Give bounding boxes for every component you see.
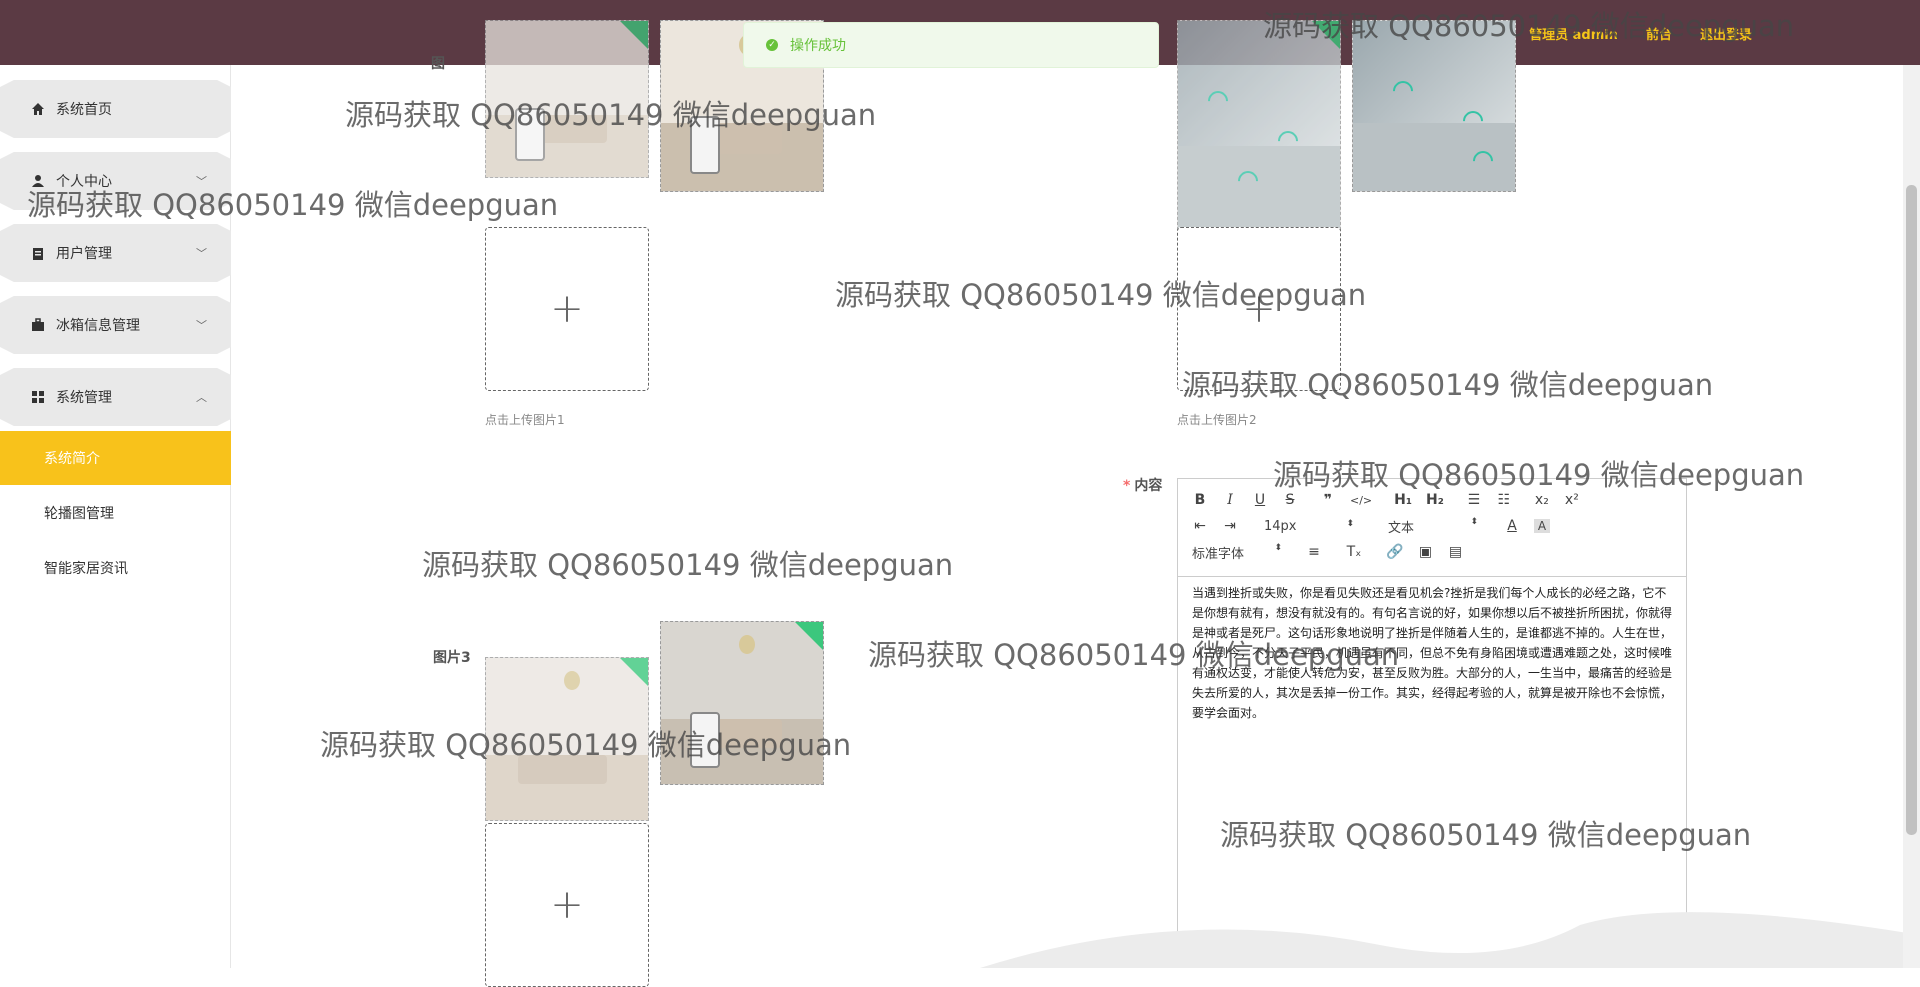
main-content: 图 + 点击上传图片1 + 点击上传图片2 * 内容 图片3 + B I U S… [231, 20, 1920, 987]
sidebar-item-label: 用户管理 [56, 246, 112, 262]
sidebar-item-label: 系统管理 [56, 390, 112, 406]
submenu-item-carousel[interactable]: 轮播图管理 [0, 486, 231, 540]
home-icon [30, 101, 46, 117]
underline-button[interactable]: U [1252, 492, 1268, 508]
font-size-select[interactable]: 14px ⬍ [1264, 519, 1354, 534]
content-label: * 内容 [1123, 475, 1162, 495]
upload-image2-button[interactable]: + [1177, 227, 1341, 391]
editor-toolbar: B I U S ❞ </> H₁ H₂ ☰ ☷ x₂ x² ⇤ ⇥ 14px ⬍ … [1178, 479, 1686, 577]
sidebar: 系统首页 个人中心 ﹀ 用户管理 ﹀ 冰箱信息管理 ﹀ 系统管理 ︿ 系统简介 … [0, 65, 231, 968]
clipboard-icon [30, 245, 46, 261]
image1-label: 图 [431, 56, 445, 72]
clear-format-button[interactable]: Tₓ [1346, 544, 1362, 560]
vertical-scrollbar[interactable] [1903, 65, 1920, 968]
heading2-button[interactable]: H₂ [1426, 492, 1444, 508]
font-family-select[interactable]: 标准字体 ⬍ [1192, 543, 1282, 562]
success-toast: ✓ 操作成功 [743, 22, 1159, 68]
background-color-button[interactable]: A [1534, 519, 1550, 533]
plus-icon: + [550, 286, 584, 332]
code-block-button[interactable]: </> [1350, 494, 1372, 507]
content-label-text: 内容 [1134, 478, 1163, 494]
check-circle-icon: ✓ [766, 39, 778, 51]
grid-icon [30, 389, 46, 405]
align-button[interactable]: ≡ [1306, 544, 1322, 560]
subscript-button[interactable]: x₂ [1534, 492, 1550, 508]
font-size-value: 14px [1264, 518, 1297, 534]
sidebar-item-label: 系统首页 [56, 102, 112, 118]
person-icon [30, 173, 46, 189]
briefcase-icon [30, 317, 46, 333]
toast-message: 操作成功 [790, 38, 846, 54]
plus-icon: + [550, 882, 584, 928]
bold-button[interactable]: B [1192, 492, 1208, 508]
submenu-item-label: 轮播图管理 [44, 506, 114, 522]
ordered-list-button[interactable]: ☰ [1466, 492, 1482, 508]
superscript-button[interactable]: x² [1564, 492, 1580, 508]
header-links: 管理员 admin 前台 退出登录 [1529, 24, 1752, 43]
upload-image1-button[interactable]: + [485, 227, 649, 391]
plus-icon: + [1242, 286, 1276, 332]
select-arrow-icon: ⬍ [1346, 518, 1354, 529]
chevron-down-icon: ﹀ [196, 319, 207, 332]
font-color-button[interactable]: A [1504, 518, 1520, 534]
submenu-item-label: 系统简介 [44, 451, 100, 467]
blockquote-button[interactable]: ❞ [1320, 492, 1336, 508]
sidebar-item-fridge-management[interactable]: 冰箱信息管理 ﹀ [0, 296, 231, 354]
admin-user-label: 管理员 admin [1529, 28, 1618, 43]
video-icon[interactable]: ▤ [1447, 544, 1463, 560]
submenu-item-label: 智能家居资讯 [44, 561, 128, 577]
uploaded-image-thumbnail[interactable] [485, 20, 649, 178]
uploaded-image-thumbnail[interactable] [1352, 20, 1516, 192]
bullet-list-button[interactable]: ☷ [1496, 492, 1512, 508]
sidebar-item-label: 冰箱信息管理 [56, 318, 140, 334]
chevron-down-icon: ﹀ [196, 175, 207, 188]
text-type-select[interactable]: 文本 ⬍ [1388, 517, 1478, 536]
font-family-value: 标准字体 [1192, 546, 1245, 562]
submenu-item-system-intro[interactable]: 系统简介 [0, 431, 231, 485]
outdent-button[interactable]: ⇤ [1192, 518, 1208, 534]
image3-label: 图片3 [433, 650, 471, 666]
chevron-down-icon: ﹀ [196, 247, 207, 260]
submenu-item-smart-home-news[interactable]: 智能家居资讯 [0, 541, 231, 595]
sidebar-item-label: 个人中心 [56, 174, 112, 190]
upload-hint-2: 点击上传图片2 [1177, 413, 1257, 427]
rich-text-editor[interactable]: B I U S ❞ </> H₁ H₂ ☰ ☷ x₂ x² ⇤ ⇥ 14px ⬍ … [1177, 478, 1687, 967]
uploaded-image-thumbnail[interactable] [1177, 20, 1341, 230]
scrollbar-thumb[interactable] [1906, 185, 1917, 835]
strike-button[interactable]: S [1282, 492, 1298, 508]
link-icon[interactable]: 🔗 [1386, 544, 1403, 560]
editor-content[interactable]: 当遇到挫折或失败，你是看见失败还是看见机会?挫折是我们每个人成长的必经之路，它不… [1192, 583, 1674, 723]
indent-button[interactable]: ⇥ [1222, 518, 1238, 534]
sidebar-item-personal-center[interactable]: 个人中心 ﹀ [0, 152, 231, 210]
upload-hint-1: 点击上传图片1 [485, 413, 565, 427]
sidebar-item-system-management[interactable]: 系统管理 ︿ [0, 368, 231, 426]
uploaded-image-thumbnail[interactable] [660, 621, 824, 785]
chevron-up-icon: ︿ [196, 391, 207, 404]
image-icon[interactable]: ▣ [1417, 544, 1433, 560]
select-arrow-icon: ⬍ [1274, 542, 1282, 553]
required-mark: * [1123, 478, 1131, 494]
logout-link[interactable]: 退出登录 [1700, 24, 1752, 43]
upload-image3-button[interactable]: + [485, 823, 649, 987]
select-arrow-icon: ⬍ [1470, 516, 1478, 527]
front-page-link[interactable]: 前台 [1646, 24, 1672, 43]
sidebar-item-home[interactable]: 系统首页 [0, 80, 231, 138]
italic-button[interactable]: I [1222, 492, 1238, 508]
sidebar-item-user-management[interactable]: 用户管理 ﹀ [0, 224, 231, 282]
text-type-value: 文本 [1388, 520, 1415, 536]
uploaded-image-thumbnail[interactable] [485, 657, 649, 821]
heading1-button[interactable]: H₁ [1394, 492, 1412, 508]
